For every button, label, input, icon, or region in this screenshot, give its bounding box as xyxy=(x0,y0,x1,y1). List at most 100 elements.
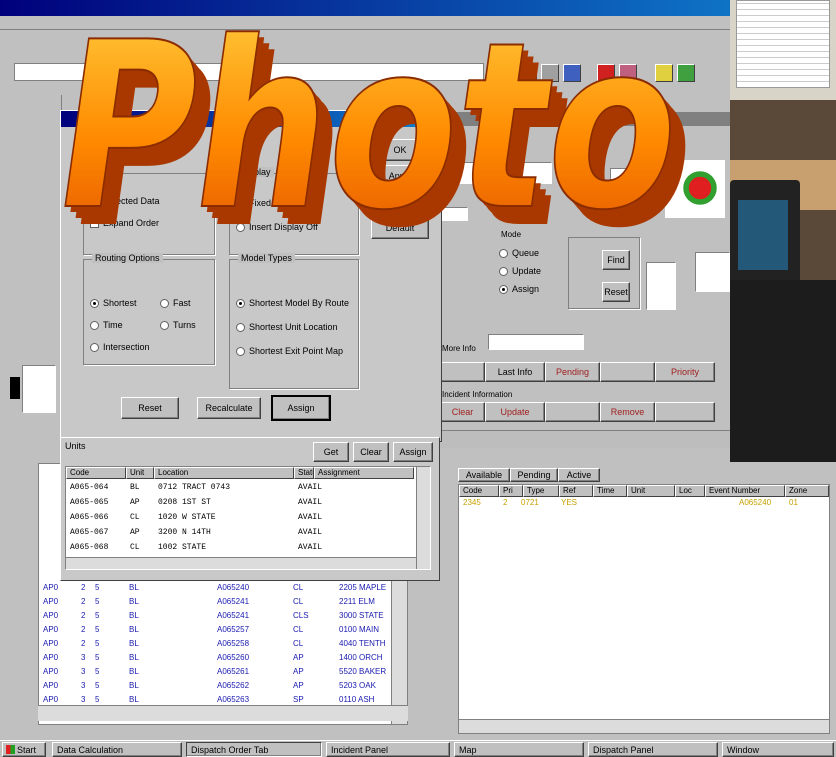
more-info-field[interactable] xyxy=(488,334,584,350)
photo-overlay-art: Photo Photo Photo Photo xyxy=(39,0,713,240)
mode-option-update[interactable]: Update xyxy=(499,266,541,276)
units-row[interactable]: A065-064 BL 0712 TRACT 0743 AVAIL xyxy=(66,481,416,495)
routing-radio-time[interactable] xyxy=(90,320,99,330)
row2-button-3[interactable] xyxy=(545,402,600,422)
routing-turns-label: Turns xyxy=(173,320,196,330)
incident-col-code[interactable]: Code xyxy=(459,485,499,497)
taskbar-item-5[interactable]: Dispatch Panel xyxy=(588,742,718,757)
pending-button[interactable]: Pending xyxy=(545,362,600,382)
units-vscroll[interactable] xyxy=(416,467,430,569)
incident-col-loc[interactable]: Loc xyxy=(675,485,705,497)
model-radio-unit-location[interactable] xyxy=(236,322,245,332)
table-row[interactable]: AP0 3 5 BL A065260 AP 1400 ORCH xyxy=(39,652,384,665)
units-row[interactable]: A065-066 CL 1020 W STATE AVAIL xyxy=(66,511,416,525)
reset-settings-button[interactable]: Reset xyxy=(121,397,179,419)
incident-col-unit[interactable]: Unit xyxy=(627,485,675,497)
routing-radio-turns[interactable] xyxy=(160,320,169,330)
tab-active[interactable]: Active xyxy=(558,468,600,482)
units-clear-button[interactable]: Clear xyxy=(353,442,389,462)
units-col-assignment[interactable]: Assignment xyxy=(314,467,414,479)
tab-pending[interactable]: Pending xyxy=(510,468,558,482)
routing-option-shortest[interactable]: Shortest xyxy=(90,298,137,308)
incident-col-pri[interactable]: Pri xyxy=(499,485,523,497)
left-table-hscroll[interactable] xyxy=(38,705,408,721)
units-get-button[interactable]: Get xyxy=(313,442,349,462)
routing-option-intersection[interactable]: Intersection xyxy=(90,342,150,352)
clear-button[interactable]: Clear xyxy=(440,402,485,422)
table-cell: 5520 BAKER xyxy=(339,667,387,676)
table-row[interactable]: AP0 2 5 BL A065258 CL 4040 TENTH xyxy=(39,638,386,651)
routing-option-time[interactable]: Time xyxy=(90,320,123,330)
recalculate-button[interactable]: Recalculate xyxy=(197,397,261,419)
last-info-button[interactable]: Last Info xyxy=(485,362,545,382)
reset-button[interactable]: Reset xyxy=(602,282,630,302)
table-row[interactable]: AP0 3 5 BL A065261 AP 5520 BAKER xyxy=(39,666,387,679)
mode-option-assign[interactable]: Assign xyxy=(499,284,539,294)
table-row[interactable]: AP0 2 5 BL A065241 CLS 3000 STATE xyxy=(39,610,384,623)
units-col-location[interactable]: Location xyxy=(154,467,294,479)
model-option-route[interactable]: Shortest Model By Route xyxy=(236,298,349,308)
table-row[interactable]: AP0 2 5 BL A065240 CL 2205 MAPLE xyxy=(39,582,386,595)
taskbar-item-2[interactable]: Dispatch Order Tab xyxy=(186,742,322,757)
table-row[interactable]: AP0 2 5 BL A065257 CL 0100 MAIN xyxy=(39,624,384,637)
priority-button[interactable]: Priority xyxy=(655,362,715,382)
units-assign-button[interactable]: Assign xyxy=(393,442,433,462)
start-button[interactable]: Start xyxy=(2,742,46,757)
taskbar-item-6[interactable]: Window xyxy=(722,742,834,757)
table-cell: AP xyxy=(293,667,304,676)
remove-button[interactable]: Remove xyxy=(600,402,655,422)
incident-row[interactable]: 2345 2 0721 YES A065240 01 xyxy=(459,498,829,509)
units-cell: CL xyxy=(130,543,140,552)
units-col-unit[interactable]: Unit xyxy=(126,467,154,479)
incident-cell: YES xyxy=(561,498,578,507)
incident-hscroll[interactable] xyxy=(459,719,829,733)
table-cell: A065257 xyxy=(217,625,250,634)
table-row[interactable]: AP0 3 5 BL A065262 AP 5203 OAK xyxy=(39,680,384,693)
table-cell: 5 xyxy=(95,681,100,690)
row2-button-5[interactable] xyxy=(655,402,715,422)
table-row[interactable]: AP0 2 5 BL A065241 CL 2211 ELM xyxy=(39,596,384,609)
model-exit-point-label: Shortest Exit Point Map xyxy=(249,346,344,356)
row1-button-4[interactable] xyxy=(600,362,655,382)
incident-col-ref[interactable]: Ref xyxy=(559,485,593,497)
mode-option-queue[interactable]: Queue xyxy=(499,248,539,258)
update-button[interactable]: Update xyxy=(485,402,545,422)
assign-settings-button[interactable]: Assign xyxy=(271,395,331,421)
units-row[interactable]: A065-068 CL 1002 STATE AVAIL xyxy=(66,541,416,555)
table-cell: 2 xyxy=(81,597,86,606)
units-col-code[interactable]: Code xyxy=(66,467,126,479)
incident-col-time[interactable]: Time xyxy=(593,485,627,497)
units-list[interactable]: Code Unit Location Status Assignment A06… xyxy=(65,466,431,570)
incident-col-event[interactable]: Event Number xyxy=(705,485,785,497)
mode-radio-queue[interactable] xyxy=(499,248,508,258)
table-cell: BL xyxy=(129,625,139,634)
units-col-status[interactable]: Status xyxy=(294,467,314,479)
units-hscroll[interactable] xyxy=(66,557,416,569)
row1-button-1[interactable] xyxy=(440,362,485,382)
status-strip xyxy=(440,430,730,448)
routing-radio-fast[interactable] xyxy=(160,298,169,308)
model-radio-route[interactable] xyxy=(236,298,245,308)
model-option-unit-location[interactable]: Shortest Unit Location xyxy=(236,322,338,332)
table-cell: BL xyxy=(129,653,139,662)
units-row[interactable]: A065-065 AP 0208 1ST ST AVAIL xyxy=(66,496,416,510)
mode-radio-assign[interactable] xyxy=(499,284,508,294)
taskbar-item-4[interactable]: Map xyxy=(454,742,584,757)
routing-radio-intersection[interactable] xyxy=(90,342,99,352)
taskbar-item-3[interactable]: Incident Panel xyxy=(326,742,450,757)
scale-field[interactable] xyxy=(646,262,676,310)
routing-option-turns[interactable]: Turns xyxy=(160,320,196,330)
routing-radio-shortest[interactable] xyxy=(90,298,99,308)
find-button[interactable]: Find xyxy=(602,250,630,270)
taskbar-item-1[interactable]: Data Calculation xyxy=(52,742,182,757)
model-option-exit-point[interactable]: Shortest Exit Point Map xyxy=(236,346,343,356)
mode-radio-update[interactable] xyxy=(499,266,508,276)
model-radio-exit-point[interactable] xyxy=(236,346,245,356)
incident-list[interactable]: Code Pri Type Ref Time Unit Loc Event Nu… xyxy=(458,484,830,734)
incident-col-zone[interactable]: Zone xyxy=(785,485,829,497)
incident-col-type[interactable]: Type xyxy=(523,485,559,497)
routing-option-fast[interactable]: Fast xyxy=(160,298,191,308)
tab-available[interactable]: Available xyxy=(458,468,510,482)
right-field[interactable] xyxy=(695,252,730,292)
units-row[interactable]: A065-067 AP 3200 N 14TH AVAIL xyxy=(66,526,416,540)
